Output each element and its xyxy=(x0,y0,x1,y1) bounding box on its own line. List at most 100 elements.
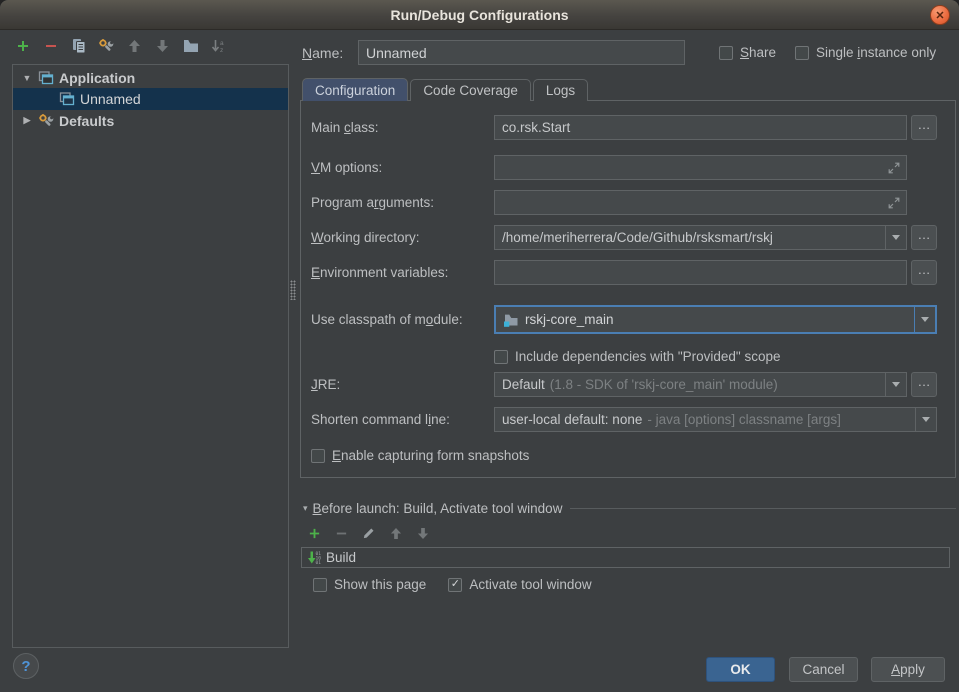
jre-browse-button[interactable]: … xyxy=(911,372,937,397)
use-classpath-row: Use classpath of module: rskj-core_main xyxy=(311,305,937,334)
tab-logs[interactable]: Logs xyxy=(533,79,588,101)
expanded-twisty-icon[interactable]: ▼ xyxy=(21,73,33,83)
expand-field-icon[interactable] xyxy=(888,197,900,212)
question-mark-icon: ? xyxy=(21,658,30,675)
vm-options-input[interactable] xyxy=(494,155,907,180)
wrench-gear-icon xyxy=(98,38,115,57)
application-icon xyxy=(59,91,75,107)
activate-tool-window-label: Activate tool window xyxy=(469,577,591,592)
environment-variables-input[interactable] xyxy=(494,260,907,285)
activate-tool-window-checkbox[interactable]: ✓ xyxy=(448,578,462,592)
task-label: Build xyxy=(326,550,356,565)
remove-configuration-button[interactable] xyxy=(42,39,59,56)
single-instance-checkbox-row[interactable]: Single instance only xyxy=(795,45,936,60)
defaults-wrench-icon xyxy=(38,113,54,129)
include-provided-checkbox-row[interactable]: Include dependencies with "Provided" sco… xyxy=(494,349,781,364)
collapse-twisty-icon[interactable]: ▾ xyxy=(303,503,308,514)
dialog-title: Run/Debug Configurations xyxy=(390,7,568,23)
tree-item-label: Application xyxy=(59,70,135,86)
section-divider xyxy=(570,508,956,509)
tree-item-label: Defaults xyxy=(59,113,114,129)
before-launch-task-build[interactable]: 011001 Build xyxy=(301,547,950,568)
tab-code-coverage[interactable]: Code Coverage xyxy=(410,79,531,101)
copy-configuration-button[interactable] xyxy=(70,39,87,56)
form-snapshots-checkbox[interactable] xyxy=(311,449,325,463)
show-this-page-checkbox-row[interactable]: Show this page xyxy=(313,577,426,592)
collapsed-twisty-icon[interactable]: ▶ xyxy=(21,115,33,126)
edit-defaults-button[interactable] xyxy=(98,39,115,56)
application-icon xyxy=(38,70,54,86)
tree-item-application[interactable]: ▼ Application xyxy=(13,67,288,88)
include-provided-row: Include dependencies with "Provided" sco… xyxy=(311,344,937,369)
add-task-button[interactable] xyxy=(306,526,323,543)
plus-icon xyxy=(16,39,30,56)
edit-task-button[interactable] xyxy=(360,526,377,543)
expand-field-icon[interactable] xyxy=(888,162,900,177)
single-instance-label: Single instance only xyxy=(816,45,936,60)
help-button[interactable]: ? xyxy=(13,653,39,679)
jre-row: JRE: Default(1.8 - SDK of 'rskj-core_mai… xyxy=(311,372,937,397)
activate-tool-window-checkbox-row[interactable]: ✓ Activate tool window xyxy=(448,577,591,592)
share-checkbox-row[interactable]: Share xyxy=(719,45,776,60)
arrow-down-icon xyxy=(156,39,169,56)
minus-icon xyxy=(335,527,348,543)
close-button[interactable]: ✕ xyxy=(930,5,950,25)
svg-text:z: z xyxy=(220,47,223,54)
show-this-page-label: Show this page xyxy=(334,577,426,592)
single-instance-checkbox[interactable] xyxy=(795,46,809,60)
dropdown-arrow-icon[interactable] xyxy=(915,408,936,431)
arrow-up-icon xyxy=(128,39,141,56)
use-classpath-label: Use classpath of module: xyxy=(311,312,494,327)
main-class-browse-button[interactable]: … xyxy=(911,115,937,140)
main-class-input[interactable]: co.rsk.Start xyxy=(494,115,907,140)
dropdown-arrow-icon[interactable] xyxy=(914,307,935,332)
working-directory-combobox[interactable]: /home/meriherrera/Code/Github/rsksmart/r… xyxy=(494,225,907,250)
show-this-page-checkbox[interactable] xyxy=(313,578,327,592)
move-down-button[interactable] xyxy=(154,39,171,56)
program-arguments-input[interactable] xyxy=(494,190,907,215)
name-input[interactable] xyxy=(358,40,685,65)
before-launch-section-header[interactable]: ▾ Before launch: Build, Activate tool wi… xyxy=(303,501,956,516)
working-directory-browse-button[interactable]: … xyxy=(911,225,937,250)
jre-label: JRE: xyxy=(311,377,494,392)
vm-options-label: VM options: xyxy=(311,160,494,175)
shorten-command-line-combobox[interactable]: user-local default: none- java [options]… xyxy=(494,407,937,432)
tree-item-defaults[interactable]: ▶ Defaults xyxy=(13,110,288,131)
sort-alphabetically-button[interactable]: az xyxy=(210,39,227,56)
use-classpath-combobox[interactable]: rskj-core_main xyxy=(494,305,937,334)
apply-button[interactable]: Apply xyxy=(871,657,945,682)
program-arguments-row: Program arguments: xyxy=(311,190,937,215)
ok-button[interactable]: OK xyxy=(706,657,775,682)
move-task-up-button[interactable] xyxy=(387,526,404,543)
tab-bar: Configuration Code Coverage Logs xyxy=(302,78,590,101)
jre-combobox[interactable]: Default(1.8 - SDK of 'rskj-core_main' mo… xyxy=(494,372,907,397)
move-up-button[interactable] xyxy=(126,39,143,56)
form-snapshots-checkbox-row[interactable]: Enable capturing form snapshots xyxy=(311,448,529,463)
folder-icon xyxy=(183,39,199,56)
dropdown-arrow-icon[interactable] xyxy=(885,373,906,396)
include-provided-label: Include dependencies with "Provided" sco… xyxy=(515,349,781,364)
before-launch-toolbar xyxy=(306,526,431,543)
svg-text:a: a xyxy=(220,40,224,47)
shorten-command-line-row: Shorten command line: user-local default… xyxy=(311,407,937,432)
titlebar[interactable]: Run/Debug Configurations ✕ xyxy=(0,0,959,30)
include-provided-checkbox[interactable] xyxy=(494,350,508,364)
add-configuration-button[interactable] xyxy=(14,39,31,56)
move-task-down-button[interactable] xyxy=(414,526,431,543)
configurations-toolbar: az xyxy=(14,39,227,56)
cancel-button[interactable]: Cancel xyxy=(789,657,858,682)
share-checkbox[interactable] xyxy=(719,46,733,60)
form-snapshots-label: Enable capturing form snapshots xyxy=(332,448,529,463)
splitter-handle[interactable] xyxy=(290,280,296,300)
tab-configuration[interactable]: Configuration xyxy=(302,78,408,101)
remove-task-button[interactable] xyxy=(333,526,350,543)
dropdown-arrow-icon[interactable] xyxy=(885,226,906,249)
share-label: Share xyxy=(740,45,776,60)
working-directory-label: Working directory: xyxy=(311,230,494,245)
environment-variables-browse-button[interactable]: … xyxy=(911,260,937,285)
form-snapshots-row: Enable capturing form snapshots xyxy=(311,443,937,468)
before-launch-title: Before launch: Build, Activate tool wind… xyxy=(313,501,563,516)
tree-item-unnamed[interactable]: Unnamed xyxy=(13,88,288,110)
new-folder-button[interactable] xyxy=(182,39,199,56)
tree-item-label: Unnamed xyxy=(80,91,141,107)
